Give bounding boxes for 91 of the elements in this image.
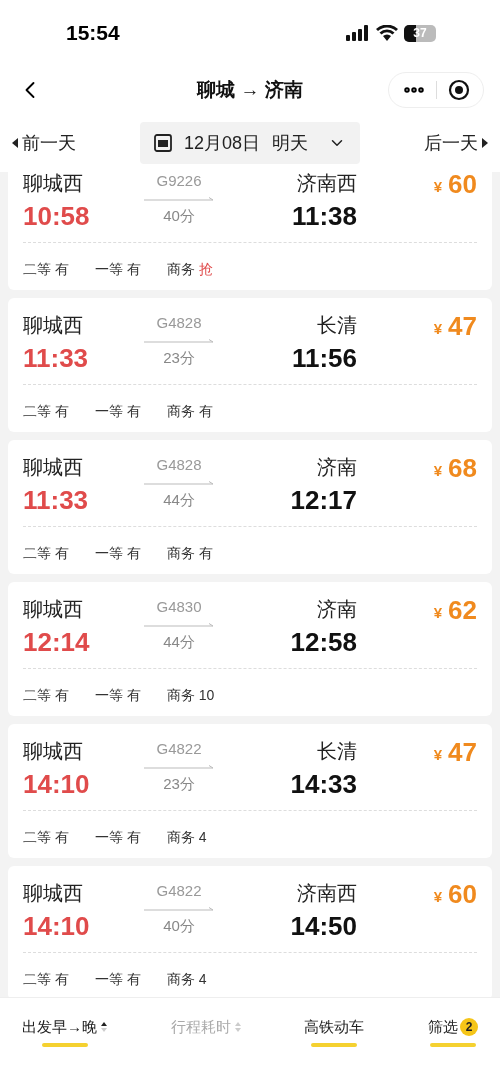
seat-availability: 二等 有 [23, 402, 69, 421]
arrival-station: 济南 [317, 597, 357, 622]
bottom-tab[interactable]: 出发早→晚 [22, 1016, 107, 1047]
train-number: G4828 [156, 455, 202, 475]
departure-station: 聊城西 [23, 739, 84, 764]
train-number: G9226 [156, 172, 202, 191]
price: 60 [448, 878, 477, 910]
currency-symbol: ¥ [433, 177, 443, 197]
arrival-station: 济南西 [297, 172, 357, 196]
arrival-time: 11:38 [291, 200, 357, 233]
day-text: 明天 [272, 131, 308, 155]
status-time: 15:54 [66, 20, 120, 47]
train-card[interactable]: 聊城西 10:58 G9226 40分 济南西 11:38 ¥ 60 二等 有 一等 有 商务 抢 [8, 172, 492, 290]
page-title: 聊城 → 济南 [197, 77, 303, 102]
arrival-station: 济南西 [297, 881, 357, 906]
departure-station: 聊城西 [23, 597, 84, 622]
departure-station: 聊城西 [23, 313, 84, 338]
train-card[interactable]: 聊城西 12:14 G4830 44分 济南 12:58 ¥ 62 二等 有 一等 有 商务 10 [8, 582, 492, 716]
price: 62 [448, 594, 477, 626]
duration: 44分 [163, 631, 195, 652]
train-card[interactable]: 聊城西 14:10 G4822 23分 长清 14:33 ¥ 47 二等 有 一等 有 商务 4 [8, 724, 492, 858]
arrival-time: 11:56 [291, 342, 357, 375]
currency-symbol: ¥ [433, 887, 443, 907]
seat-availability: 商务 抢 [166, 260, 213, 279]
seat-availability: 商务 4 [166, 828, 207, 847]
currency-symbol: ¥ [433, 461, 443, 481]
departure-station: 聊城西 [23, 455, 84, 480]
train-card[interactable]: 聊城西 11:33 G4828 23分 长清 11:56 ¥ 47 二等 有 一等 有 商务 有 [8, 298, 492, 432]
arrival-station: 长清 [317, 739, 357, 764]
duration: 23分 [163, 347, 195, 368]
seat-availability: 一等 有 [94, 544, 141, 563]
seat-availability: 一等 有 [94, 686, 141, 705]
seat-availability: 一等 有 [94, 970, 141, 989]
departure-station: 聊城西 [23, 172, 84, 196]
next-day-button[interactable]: 后一天 [424, 129, 488, 157]
date-text: 12月08日 [183, 131, 260, 155]
seat-availability: 商务 有 [166, 544, 213, 563]
train-number: G4830 [156, 597, 202, 617]
train-card[interactable]: 聊城西 14:10 G4822 40分 济南西 14:50 ¥ 60 二等 有 一等 有 商务 4 [8, 866, 492, 997]
close-icon[interactable] [447, 79, 470, 101]
train-card[interactable]: 聊城西 11:33 G4828 44分 济南 12:17 ¥ 68 二等 有 一等 有 商务 有 [8, 440, 492, 574]
departure-time: 10:58 [23, 200, 91, 233]
departure-time: 11:33 [23, 342, 90, 375]
price: 68 [448, 452, 477, 484]
filter-count-badge: 2 [459, 1018, 478, 1037]
train-number: G4828 [156, 313, 202, 333]
bottom-tab[interactable]: 高铁动车 [304, 1016, 365, 1047]
seat-availability: 一等 有 [94, 402, 141, 421]
arrival-station: 济南 [317, 455, 357, 480]
seat-availability: 一等 有 [94, 260, 141, 279]
wifi-icon [376, 25, 398, 41]
seat-availability: 一等 有 [94, 828, 141, 847]
left-triangle-icon [12, 138, 18, 148]
seat-availability: 商务 有 [166, 402, 213, 421]
train-number: G4822 [156, 881, 202, 901]
price: 47 [448, 736, 477, 768]
departure-time: 14:10 [23, 910, 91, 943]
arrival-time: 14:50 [290, 910, 357, 943]
duration: 44分 [163, 489, 195, 510]
arrival-station: 长清 [317, 313, 357, 338]
sort-icon [234, 1021, 241, 1034]
arrival-time: 12:58 [290, 626, 357, 659]
seat-availability: 商务 10 [166, 686, 215, 705]
duration: 40分 [163, 205, 195, 226]
arrival-time: 12:17 [290, 484, 357, 517]
duration: 23分 [163, 773, 195, 794]
arrival-time: 14:33 [290, 768, 357, 801]
signal-icon [346, 25, 370, 41]
seat-availability: 二等 有 [23, 686, 69, 705]
date-picker[interactable]: 12月08日 明天 [139, 122, 360, 164]
departure-time: 11:33 [23, 484, 90, 517]
seat-availability: 二等 有 [23, 544, 69, 563]
train-number: G4822 [156, 739, 202, 759]
seat-availability: 商务 4 [166, 970, 207, 989]
departure-time: 14:10 [23, 768, 91, 801]
departure-station: 聊城西 [23, 881, 84, 906]
seat-availability: 二等 有 [23, 970, 69, 989]
price: 47 [448, 310, 477, 342]
currency-symbol: ¥ [433, 319, 443, 339]
bottom-tab[interactable]: 筛选 2 [427, 1016, 478, 1047]
right-triangle-icon [482, 138, 488, 148]
price: 60 [448, 172, 477, 200]
duration: 40分 [163, 915, 195, 936]
currency-symbol: ¥ [433, 745, 443, 765]
currency-symbol: ¥ [433, 603, 443, 623]
seat-availability: 二等 有 [23, 828, 69, 847]
prev-day-button[interactable]: 前一天 [12, 129, 76, 157]
seat-availability: 二等 有 [23, 260, 69, 279]
calendar-icon [153, 134, 172, 152]
sort-icon [101, 1021, 107, 1034]
departure-time: 12:14 [23, 626, 91, 659]
